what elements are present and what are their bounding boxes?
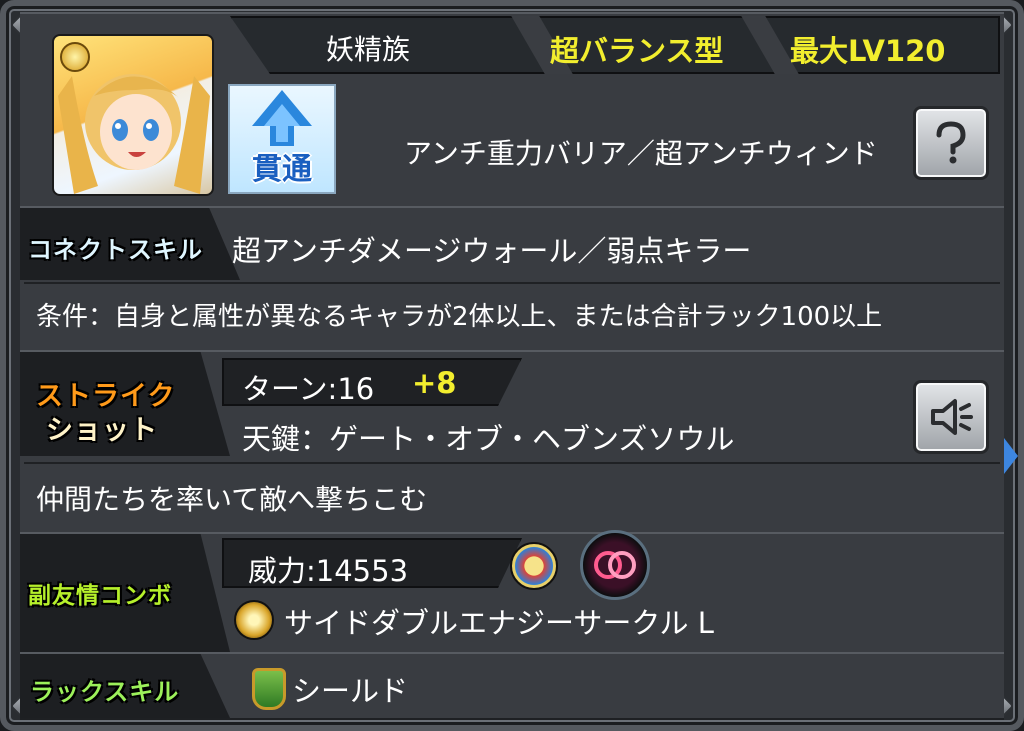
shield-icon [252, 668, 286, 710]
pierce-label: 貫通 [252, 152, 312, 187]
luck-skill-name: シールド [292, 674, 409, 708]
luck-skill-section: ラックスキル シールド [20, 652, 1004, 720]
turn-bonus: +8 [412, 366, 457, 400]
strike-shot-description: 仲間たちを率いて敵へ撃ちこむ [36, 483, 428, 516]
speaker-icon [931, 399, 973, 435]
double-ring-icon [594, 551, 636, 579]
sun-element-icon [234, 600, 274, 640]
strike-shot-name: 天鍵：ゲート・オブ・ヘブンズソウル [242, 422, 735, 456]
sub-combo-section: 副友情コンボ 威力:14553 サイドダブルエナジーサークル L [20, 530, 1004, 654]
monster-info-panel: 妖精族 超バランス型 最大LV120 貫通 アンチ重力バリア／超アンチウィンド … [0, 0, 1024, 731]
strike-shot-label-line2: ショット [46, 415, 158, 446]
compass-combo-icon [510, 542, 558, 590]
pierce-icon: 貫通 [228, 84, 336, 194]
strike-shot-section: ストライク ショット ターン:16 +8 天鍵：ゲート・オブ・ヘブンズソウル 仲… [20, 350, 1004, 534]
double-circle-combo-icon [580, 530, 650, 600]
connect-skill-section: コネクトスキル 超アンチダメージウォール／弱点キラー 条件：自身と属性が異なるキ… [20, 206, 1004, 352]
strike-shot-divider [24, 462, 1000, 464]
connect-skill-label: コネクトスキル [28, 236, 203, 264]
connect-skill-divider [24, 282, 1000, 284]
combo-power: 威力:14553 [248, 554, 409, 588]
up-arrow-icon [252, 90, 312, 146]
question-mark-icon [936, 121, 966, 164]
sun-attribute-icon [60, 42, 90, 72]
type-label: 超バランス型 [550, 34, 724, 68]
strike-shot-voice-button[interactable] [913, 380, 989, 454]
character-portrait[interactable] [52, 34, 214, 196]
turn-count: ターン:16 [242, 372, 375, 406]
max-level-label: 最大LV120 [790, 34, 946, 68]
next-page-arrow-icon[interactable] [1004, 438, 1018, 474]
connect-skill-condition: 条件：自身と属性が異なるキャラが2体以上、または合計ラック100以上 [36, 302, 883, 332]
tribe-label: 妖精族 [326, 33, 411, 66]
abilities-text: アンチ重力バリア／超アンチウィンド [404, 137, 878, 170]
ability-help-button[interactable] [913, 106, 989, 180]
sub-combo-label: 副友情コンボ [28, 583, 172, 609]
character-header-section: 妖精族 超バランス型 最大LV120 貫通 アンチ重力バリア／超アンチウィンド [20, 12, 1004, 208]
connect-skill-name: 超アンチダメージウォール／弱点キラー [232, 234, 752, 268]
combo-name: サイドダブルエナジーサークル L [284, 606, 714, 640]
luck-skill-label: ラックスキル [30, 678, 180, 706]
